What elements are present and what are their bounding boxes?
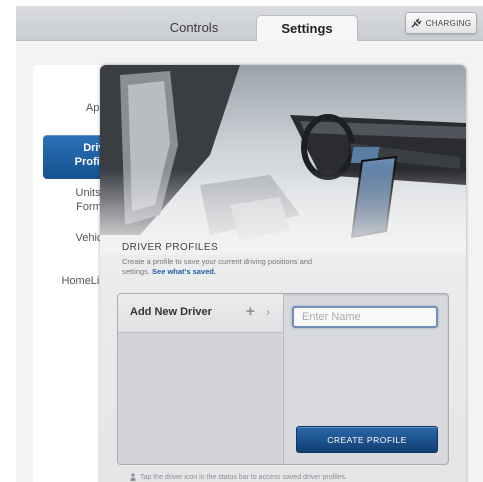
driver-icon [130,473,136,481]
driver-profiles-panel: DRIVER PROFILES Create a profile to save… [100,65,466,482]
description-text: Create a profile to save your current dr… [122,257,313,276]
driver-name-input[interactable] [292,306,438,328]
profile-editor: Add New Driver + › CREATE PROFILE [117,293,449,465]
content-area: Apps Driver Profiles Units & Format Vehi… [16,41,483,482]
footer-hint-text: Tap the driver icon in the status bar to… [140,473,347,481]
plug-icon [411,18,422,28]
plus-icon: + [246,303,255,320]
tab-controls[interactable]: Controls [142,16,246,40]
add-new-driver-row[interactable]: Add New Driver + › [118,294,283,333]
top-tab-bar: Controls Settings CHARGING [16,6,483,42]
create-profile-button[interactable]: CREATE PROFILE [296,426,438,453]
settings-app: Controls Settings CHARGING Apps Driver P… [16,6,483,482]
tab-settings[interactable]: Settings [256,15,358,42]
section-description: Create a profile to save your current dr… [122,257,322,277]
add-new-driver-label: Add New Driver [130,306,212,318]
section-title: DRIVER PROFILES [122,242,219,253]
chevron-right-icon: › [266,305,270,319]
charging-button-label: CHARGING [425,18,472,28]
charging-button[interactable]: CHARGING [405,12,477,34]
driver-list: Add New Driver + › [118,294,284,464]
car-interior-image [100,65,466,255]
footer-hint: Tap the driver icon in the status bar to… [130,473,347,481]
see-whats-saved-link[interactable]: See what's saved. [152,267,216,276]
